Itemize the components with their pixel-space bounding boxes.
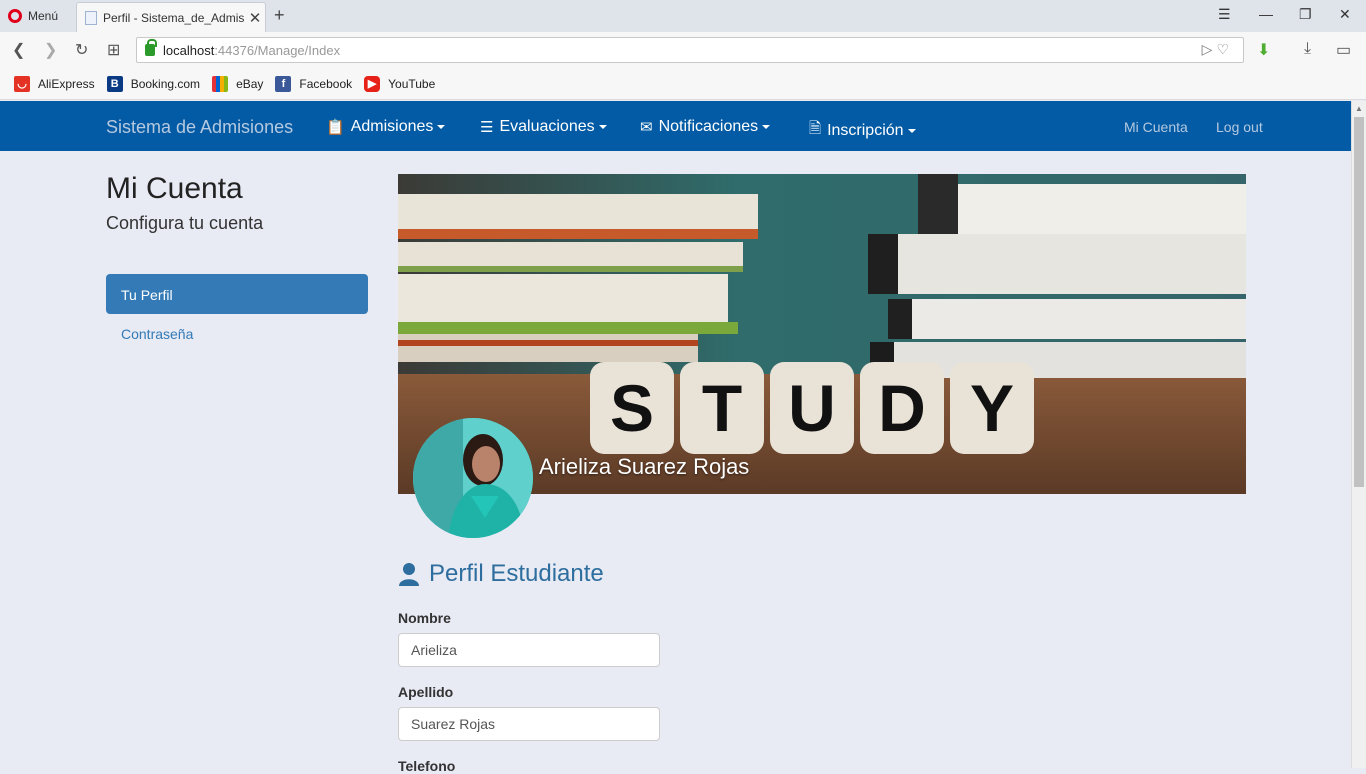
lock-icon bbox=[145, 39, 157, 56]
youtube-icon: ▶ bbox=[364, 75, 381, 92]
bookmarks-bar: ◡ AliExpress B Booking.com eBay f Facebo… bbox=[0, 68, 1366, 100]
page-subtitle: Configura tu cuenta bbox=[106, 213, 264, 233]
restore-icon[interactable]: ❐ bbox=[1299, 6, 1312, 23]
tab-title: Perfil - Sistema_de_Admisi bbox=[103, 10, 245, 25]
brand-link[interactable]: Sistema de Admisiones bbox=[106, 117, 293, 138]
browser-tab[interactable]: Perfil - Sistema_de_Admisi ✕ bbox=[76, 2, 266, 32]
dice-letter: D bbox=[860, 362, 944, 454]
scrollbar-thumb[interactable] bbox=[1354, 117, 1364, 487]
list-icon: ☰ bbox=[480, 119, 494, 136]
page-scrollbar[interactable]: ▲ bbox=[1351, 101, 1366, 768]
nav-label: Evaluaciones bbox=[499, 118, 595, 135]
nav-label: Notificaciones bbox=[658, 118, 759, 135]
envelope-icon: ✉ bbox=[640, 119, 653, 136]
speed-dial-icon[interactable]: ⊞ bbox=[107, 40, 120, 60]
form-section-title: Perfil Estudiante bbox=[398, 560, 604, 588]
label-apellido: Apellido bbox=[398, 684, 454, 700]
caret-down-icon bbox=[598, 125, 607, 129]
nav-mi-cuenta[interactable]: Mi Cuenta bbox=[1124, 119, 1188, 135]
dice-letter: U bbox=[770, 362, 854, 454]
minimize-icon[interactable]: — bbox=[1259, 6, 1273, 22]
url-path: :44376/Manage/Index bbox=[214, 42, 341, 58]
aliexpress-icon: ◡ bbox=[14, 75, 30, 92]
nav-label: Admisiones bbox=[350, 118, 434, 135]
ebay-icon bbox=[212, 75, 229, 92]
label-telefono: Telefono bbox=[398, 758, 456, 774]
page-title: Mi Cuenta bbox=[106, 172, 243, 205]
reload-icon[interactable]: ↻ bbox=[75, 40, 88, 60]
bookmark-facebook[interactable]: f Facebook bbox=[275, 75, 353, 92]
bookmark-aliexpress[interactable]: ◡ AliExpress bbox=[14, 75, 95, 92]
form-title: Perfil Estudiante bbox=[429, 560, 604, 587]
opera-logo-icon bbox=[8, 9, 22, 23]
bookmark-label: Facebook bbox=[299, 76, 353, 91]
booking-icon: B bbox=[106, 75, 123, 92]
extension-download-icon[interactable]: ⬇ bbox=[1257, 40, 1270, 60]
downloads-icon[interactable]: ⤓ bbox=[1304, 40, 1311, 58]
opera-menu-button[interactable]: Menú bbox=[8, 6, 58, 26]
new-tab-icon[interactable]: + bbox=[274, 5, 285, 26]
avatar-photo bbox=[413, 418, 533, 538]
caret-down-icon bbox=[907, 128, 916, 133]
caret-down-icon bbox=[437, 125, 446, 129]
nav-admisiones[interactable]: 📋 Admisiones bbox=[326, 118, 446, 136]
avatar[interactable] bbox=[413, 418, 533, 538]
share-heart-icons[interactable]: ▷♡ bbox=[1202, 41, 1233, 58]
nav-notificaciones[interactable]: ✉ Notificaciones bbox=[640, 118, 771, 136]
url-host: localhost bbox=[163, 42, 215, 58]
nav-log-out[interactable]: Log out bbox=[1216, 119, 1263, 135]
study-dice: S T U D Y bbox=[590, 362, 1034, 454]
tab-menu-icon[interactable]: ☰ bbox=[1218, 6, 1231, 23]
dice-letter: T bbox=[680, 362, 764, 454]
bookmark-label: AliExpress bbox=[38, 76, 95, 91]
profile-name: Arieliza Suarez Rojas bbox=[539, 454, 750, 479]
bookmark-label: Booking.com bbox=[130, 76, 201, 91]
sidenav-contrasena[interactable]: Contraseña bbox=[106, 326, 368, 346]
profile-banner: S T U D Y bbox=[398, 174, 1246, 494]
dice-letter: Y bbox=[950, 362, 1034, 454]
app-navbar: Sistema de Admisiones 📋 Admisiones ☰ Eva… bbox=[0, 101, 1351, 151]
close-tab-icon[interactable]: ✕ bbox=[245, 9, 265, 27]
back-icon[interactable]: ❮ bbox=[12, 40, 25, 60]
apellido-field[interactable] bbox=[398, 707, 660, 741]
nav-label: Inscripción bbox=[827, 121, 904, 139]
bookmark-label: eBay bbox=[236, 76, 264, 91]
browser-tab-bar: Menú Perfil - Sistema_de_Admisi ✕ + ☰ — … bbox=[0, 0, 1366, 32]
forward-icon[interactable]: ❯ bbox=[44, 40, 57, 60]
bookmark-youtube[interactable]: ▶ YouTube bbox=[364, 75, 436, 92]
file-icon: 🗎 bbox=[809, 120, 822, 137]
nav-inscripcion[interactable]: 🗎 Inscripción bbox=[809, 118, 916, 143]
url-field[interactable]: localhost:44376/Manage/Index ▷♡ bbox=[136, 37, 1244, 63]
facebook-icon: f bbox=[275, 75, 292, 92]
page-favicon-icon bbox=[85, 10, 97, 25]
label-nombre: Nombre bbox=[398, 610, 451, 626]
clipboard-icon: 📋 bbox=[326, 119, 345, 136]
dice-letter: S bbox=[590, 362, 674, 454]
bookmark-label: YouTube bbox=[388, 76, 436, 91]
nombre-field[interactable] bbox=[398, 633, 660, 667]
caret-down-icon bbox=[762, 125, 771, 129]
user-icon bbox=[398, 562, 420, 586]
scroll-up-icon[interactable]: ▲ bbox=[1355, 104, 1363, 113]
browser-address-bar: ❮ ❯ ↻ ⊞ localhost:44376/Manage/Index ▷♡ … bbox=[0, 32, 1366, 68]
nav-evaluaciones[interactable]: ☰ Evaluaciones bbox=[480, 118, 607, 136]
bookmark-ebay[interactable]: eBay bbox=[212, 75, 264, 92]
bookmark-booking[interactable]: B Booking.com bbox=[106, 75, 201, 92]
sidenav-tu-perfil[interactable]: Tu Perfil bbox=[106, 274, 368, 314]
opera-menu-label: Menú bbox=[28, 9, 59, 23]
close-window-icon[interactable]: ✕ bbox=[1339, 6, 1351, 23]
battery-saver-icon[interactable]: ▭ bbox=[1336, 40, 1351, 60]
